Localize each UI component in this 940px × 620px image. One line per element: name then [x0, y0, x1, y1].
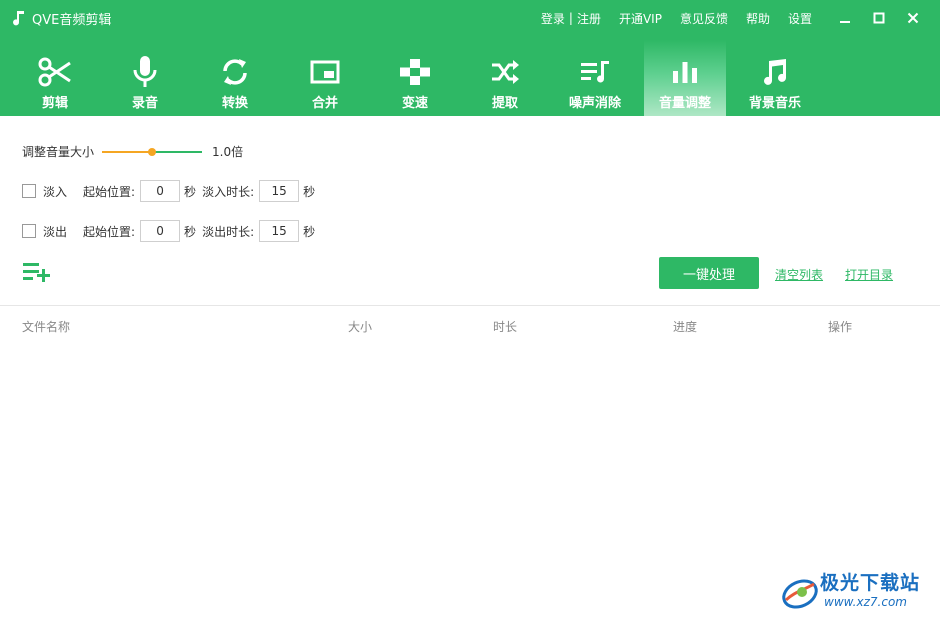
nav-label-speed: 变速 [401, 96, 428, 111]
register-link[interactable]: 注册 [577, 10, 601, 27]
fade-out-row: 淡出 起始位置: 秒 淡出时长: 秒 [22, 220, 315, 242]
nav-label-cut: 剪辑 [41, 96, 68, 111]
bar-chart-icon [668, 56, 702, 88]
fade-out-duration-label: 淡出时长: [202, 224, 255, 239]
column-header-progress: 进度 [673, 320, 698, 334]
column-header-size: 大小 [348, 320, 373, 334]
music-note-icon [12, 10, 26, 26]
fade-out-duration-unit: 秒 [303, 224, 316, 239]
add-to-list-button[interactable] [23, 261, 51, 283]
picture-in-picture-icon [308, 56, 342, 88]
column-header-actions: 操作 [828, 320, 853, 334]
maximize-button[interactable] [862, 8, 896, 28]
vip-link[interactable]: 开通VIP [619, 10, 662, 27]
slider-track-left [102, 150, 153, 153]
fade-out-duration-input[interactable] [259, 220, 300, 242]
music-note-icon [758, 56, 792, 88]
sync-icon [218, 56, 252, 88]
app-title: QVE音频剪辑 [12, 8, 111, 28]
fade-in-start-unit: 秒 [184, 184, 197, 199]
scissors-icon [38, 56, 72, 88]
nav-label-merge: 合并 [311, 96, 338, 111]
nav-item-convert[interactable]: 转换 [190, 40, 280, 116]
nav-label-extract: 提取 [491, 96, 518, 111]
volume-row: 调整音量大小 1.0倍 [22, 143, 243, 160]
watermark: 极光下载站 www.xz7.com [780, 568, 940, 616]
nav-label-denoise: 噪声消除 [568, 96, 621, 111]
nav-label-volume: 音量调整 [658, 96, 711, 111]
title-bar: QVE音频剪辑 登录 | 注册 开通VIP 意见反馈 帮助 设置 剪辑 录音 转… [0, 0, 940, 116]
fade-in-duration-label: 淡入时长: [202, 184, 255, 199]
fade-in-duration-input[interactable] [259, 180, 300, 202]
watermark-title: 极光下载站 [820, 572, 921, 594]
divider [0, 305, 940, 306]
top-links: 登录 | 注册 开通VIP 意见反馈 帮助 设置 [541, 8, 812, 28]
volume-label: 调整音量大小 [22, 145, 95, 159]
gamepad-icon [398, 56, 432, 88]
minimize-button[interactable] [828, 8, 862, 28]
volume-value: 1.0倍 [212, 145, 244, 159]
fade-in-checkbox[interactable] [22, 184, 36, 198]
nav-label-record: 录音 [131, 96, 158, 111]
fade-out-checkbox[interactable] [22, 224, 36, 238]
fade-in-start-input[interactable] [140, 180, 181, 202]
settings-link[interactable]: 设置 [788, 10, 812, 27]
nav-item-cut[interactable]: 剪辑 [10, 40, 100, 116]
watermark-url: www.xz7.com [824, 595, 907, 609]
app-title-text: QVE音频剪辑 [32, 12, 112, 28]
link-separator: | [568, 11, 573, 25]
nav-item-extract[interactable]: 提取 [460, 40, 550, 116]
column-header-filename: 文件名称 [22, 320, 71, 334]
fade-out-start-input[interactable] [140, 220, 181, 242]
nav-item-volume[interactable]: 音量调整 [644, 40, 726, 116]
process-button[interactable]: 一键处理 [659, 257, 759, 289]
nav-item-denoise[interactable]: 噪声消除 [550, 40, 640, 116]
column-header-duration: 时长 [493, 320, 518, 334]
slider-thumb[interactable] [148, 147, 157, 156]
main-nav: 剪辑 录音 转换 合并 变速 提取 噪声消除 音量调整 背景音乐 [10, 40, 820, 116]
playlist-add-icon [23, 263, 50, 282]
fade-out-start-label: 起始位置: [83, 224, 136, 239]
clear-list-link[interactable]: 清空列表 [775, 266, 823, 283]
microphone-icon [128, 56, 162, 88]
fade-in-label: 淡入 [43, 184, 68, 199]
volume-slider[interactable] [102, 145, 203, 159]
nav-item-merge[interactable]: 合并 [280, 40, 370, 116]
playlist-music-icon [578, 56, 612, 88]
minimize-icon [840, 21, 850, 23]
fade-in-row: 淡入 起始位置: 秒 淡入时长: 秒 [22, 180, 315, 202]
feedback-link[interactable]: 意见反馈 [680, 10, 728, 27]
watermark-logo-icon [782, 579, 818, 609]
login-link[interactable]: 登录 [541, 10, 565, 27]
fade-out-start-unit: 秒 [184, 224, 197, 239]
close-button[interactable] [896, 8, 930, 28]
shuffle-icon [488, 56, 522, 88]
window-controls [828, 8, 930, 28]
nav-item-record[interactable]: 录音 [100, 40, 190, 116]
nav-item-speed[interactable]: 变速 [370, 40, 460, 116]
fade-in-start-label: 起始位置: [83, 184, 136, 199]
close-icon [907, 12, 919, 24]
fade-out-label: 淡出 [43, 224, 68, 239]
slider-track-right [152, 150, 203, 153]
fade-in-duration-unit: 秒 [303, 184, 316, 199]
help-link[interactable]: 帮助 [746, 10, 770, 27]
main-content: 调整音量大小 1.0倍 淡入 起始位置: 秒 淡入时长: 秒 淡出 起始位置: … [0, 116, 940, 620]
nav-label-bgm: 背景音乐 [748, 96, 801, 111]
maximize-icon [873, 12, 885, 24]
open-dir-link[interactable]: 打开目录 [845, 266, 893, 283]
nav-label-convert: 转换 [221, 96, 248, 111]
nav-item-bgm[interactable]: 背景音乐 [730, 40, 820, 116]
